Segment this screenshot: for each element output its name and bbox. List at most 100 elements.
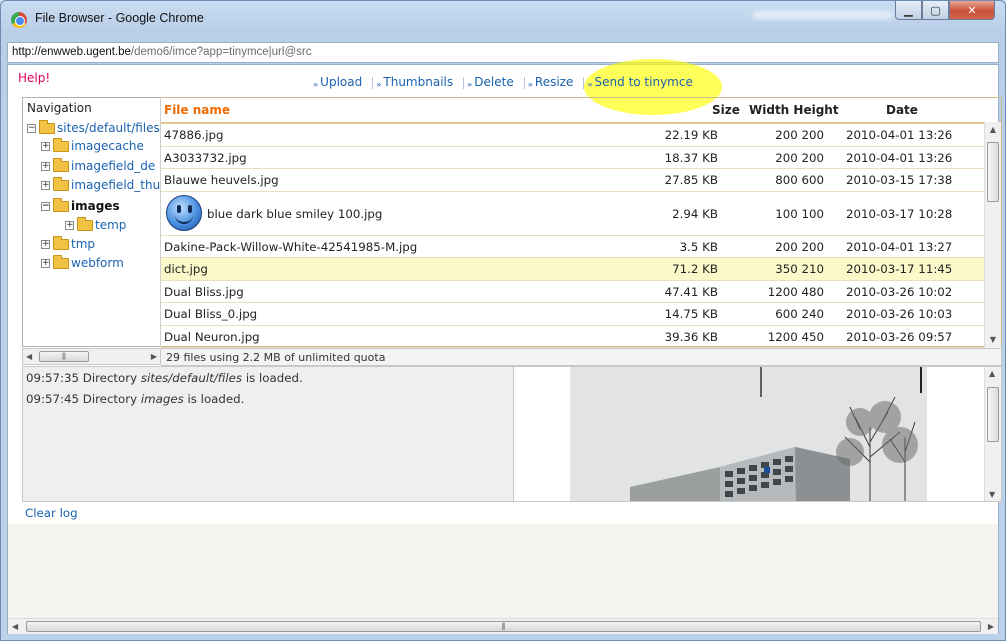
file-row[interactable]: Dual Neuron.jpg 39.36 KB 1200 450 2010-03-2… xyxy=(161,326,984,348)
nav-horizontal-scrollbar[interactable]: ◀ ⫼ ▶ xyxy=(22,348,161,365)
file-name: A3033732.jpg xyxy=(164,150,247,165)
preview-scrollbar[interactable]: ▲ ▼ xyxy=(984,367,1001,501)
col-width-height[interactable]: Width Height xyxy=(749,103,839,117)
minimize-icon: ▁ xyxy=(904,3,913,17)
folder-icon xyxy=(53,176,69,191)
file-name: dict.jpg xyxy=(164,262,208,276)
delete-op[interactable]: » Delete xyxy=(463,75,514,89)
address-bar[interactable]: http://enwweb.ugent.be/demo6/imce?app=ti… xyxy=(7,42,999,63)
tree-node-label[interactable]: webform xyxy=(71,256,124,270)
tree-node[interactable]: + imagefield_de xyxy=(41,157,155,175)
expand-icon[interactable]: + xyxy=(41,239,50,249)
tree-node-label[interactable]: tmp xyxy=(71,237,95,251)
nav-scroll-thumb[interactable]: ⫼ xyxy=(39,351,89,362)
file-row[interactable]: dict.jpg 71.2 KB 350 210 2010-03-17 11:45 xyxy=(161,258,984,281)
tree-node[interactable]: + temp xyxy=(65,216,126,234)
file-row[interactable]: A3033732.jpg 18.37 KB 200 200 2010-04-01 13… xyxy=(161,147,984,169)
col-size[interactable]: Size xyxy=(712,103,740,117)
folder-icon xyxy=(53,197,69,212)
tree-node-label[interactable]: images xyxy=(71,199,120,213)
tree-node-label[interactable]: imagecache xyxy=(71,139,144,153)
tree-node[interactable]: + imagecache xyxy=(41,137,144,155)
folder-icon xyxy=(39,119,55,134)
clear-log-link[interactable]: Clear log xyxy=(25,506,78,520)
thumbnails-op[interactable]: » Thumbnails xyxy=(372,75,453,89)
window-title: File Browser - Google Chrome xyxy=(35,11,204,25)
resize-op-icon: » xyxy=(527,80,533,89)
page-scroll-thumb[interactable]: ⫼ xyxy=(26,621,981,632)
expand-icon[interactable]: + xyxy=(41,180,50,190)
page-scroll-left-icon[interactable]: ◀ xyxy=(12,622,18,631)
tree-node[interactable]: − sites/default/files xyxy=(27,119,160,137)
col-file-name[interactable]: File name xyxy=(164,103,230,117)
scroll-down-icon[interactable]: ▼ xyxy=(985,332,1001,348)
tree-node-label[interactable]: temp xyxy=(95,218,126,232)
page-scroll-right-icon[interactable]: ▶ xyxy=(988,622,994,631)
address-path: /demo6/imce?app=tinymce|url@src xyxy=(130,46,312,58)
expand-icon[interactable]: + xyxy=(41,258,50,268)
help-link[interactable]: Help! xyxy=(18,71,50,85)
col-date[interactable]: Date xyxy=(886,103,918,117)
send-op-icon: » xyxy=(587,80,592,89)
building-photo xyxy=(570,367,927,501)
resize-op-label: Resize xyxy=(534,75,574,89)
log-entry: 09:57:45 Directory images is loaded. xyxy=(26,392,245,406)
file-size: 22.19 KB xyxy=(664,128,718,142)
file-row[interactable]: blue dark blue smiley 100.jpg 2.94 KB 100 … xyxy=(161,192,984,236)
tree-node-label[interactable]: imagefield_thu xyxy=(71,178,160,192)
thumbnails-op-icon: » xyxy=(376,80,381,89)
scroll-thumb[interactable] xyxy=(987,142,999,202)
collapse-icon[interactable]: − xyxy=(41,201,50,211)
tree-node[interactable]: − images xyxy=(41,197,120,215)
thumbnails-op-label: Thumbnails xyxy=(383,75,454,89)
file-row[interactable]: 47886.jpg 22.19 KB 200 200 2010-04-01 13:26 xyxy=(161,124,984,147)
scroll-up-icon[interactable]: ▲ xyxy=(985,122,1001,138)
preview-scroll-up-icon[interactable]: ▲ xyxy=(989,369,995,378)
file-date: 2010-03-26 10:02 xyxy=(846,284,953,299)
delete-op-icon: » xyxy=(467,80,472,89)
preview-scroll-down-icon[interactable]: ▼ xyxy=(989,490,995,499)
file-dimensions: 200 200 xyxy=(775,150,824,165)
resize-op[interactable]: » Resize xyxy=(524,75,574,89)
file-dimensions: 100 100 xyxy=(775,206,824,221)
upload-op-label: Upload xyxy=(320,75,363,89)
file-name: Dual Neuron.jpg xyxy=(164,329,260,344)
tree-node[interactable]: + imagefield_thu xyxy=(41,176,160,194)
file-dimensions: 200 200 xyxy=(775,239,824,254)
send-to-tinymce-op[interactable]: » Send to tinymce xyxy=(583,75,693,89)
preview-scroll-thumb[interactable] xyxy=(987,387,999,442)
quota-status: 29 files using 2.2 MB of unlimited quota xyxy=(161,348,1002,366)
maximize-icon: ▢ xyxy=(930,3,941,17)
close-button[interactable]: ✕ xyxy=(949,1,995,20)
file-name: Dakine-Pack-Willow-White-42541985-M.jpg xyxy=(164,239,418,254)
address-host: http://enwweb.ugent.be xyxy=(12,46,131,58)
maximize-button[interactable]: ▢ xyxy=(922,1,949,20)
tree-node[interactable]: + tmp xyxy=(41,235,95,253)
file-date: 2010-03-17 11:45 xyxy=(846,262,953,276)
upload-op[interactable]: » Upload xyxy=(313,75,362,89)
scroll-left-icon[interactable]: ◀ xyxy=(26,352,32,361)
file-row[interactable]: Blauwe heuvels.jpg 27.85 KB 800 600 2010-03… xyxy=(161,169,984,192)
scroll-right-icon[interactable]: ▶ xyxy=(151,352,157,361)
file-size: 3.5 KB xyxy=(679,239,718,254)
expand-icon[interactable]: + xyxy=(41,141,50,151)
delete-op-label: Delete xyxy=(474,75,514,89)
file-date: 2010-04-01 13:26 xyxy=(846,150,953,165)
preview-image xyxy=(570,367,927,501)
file-list: File name Size Width Height Date 47886.j… xyxy=(160,97,1002,348)
minimize-button[interactable]: ▁ xyxy=(895,1,922,20)
tree-node[interactable]: + webform xyxy=(41,254,124,272)
file-dimensions: 800 600 xyxy=(775,173,824,187)
send-op-label: Send to tinymce xyxy=(594,75,693,89)
file-list-scrollbar[interactable]: ▲ ▼ xyxy=(984,122,1001,348)
expand-icon[interactable]: + xyxy=(65,220,74,230)
file-row[interactable]: Dual Bliss_0.jpg 14.75 KB 600 240 2010-03-2… xyxy=(161,303,984,326)
file-row[interactable]: Dakine-Pack-Willow-White-42541985-M.jpg 3… xyxy=(161,236,984,258)
file-dimensions: 200 200 xyxy=(775,128,824,142)
tree-node-label[interactable]: imagefield_de xyxy=(71,159,155,173)
collapse-icon[interactable]: − xyxy=(27,123,36,133)
tree-node-label[interactable]: sites/default/files xyxy=(57,121,160,135)
file-row[interactable]: Dual Bliss.jpg 47.41 KB 1200 480 2010-03-26… xyxy=(161,281,984,303)
expand-icon[interactable]: + xyxy=(41,161,50,171)
page-horizontal-scrollbar[interactable]: ◀ ⫼ ▶ xyxy=(8,618,998,634)
